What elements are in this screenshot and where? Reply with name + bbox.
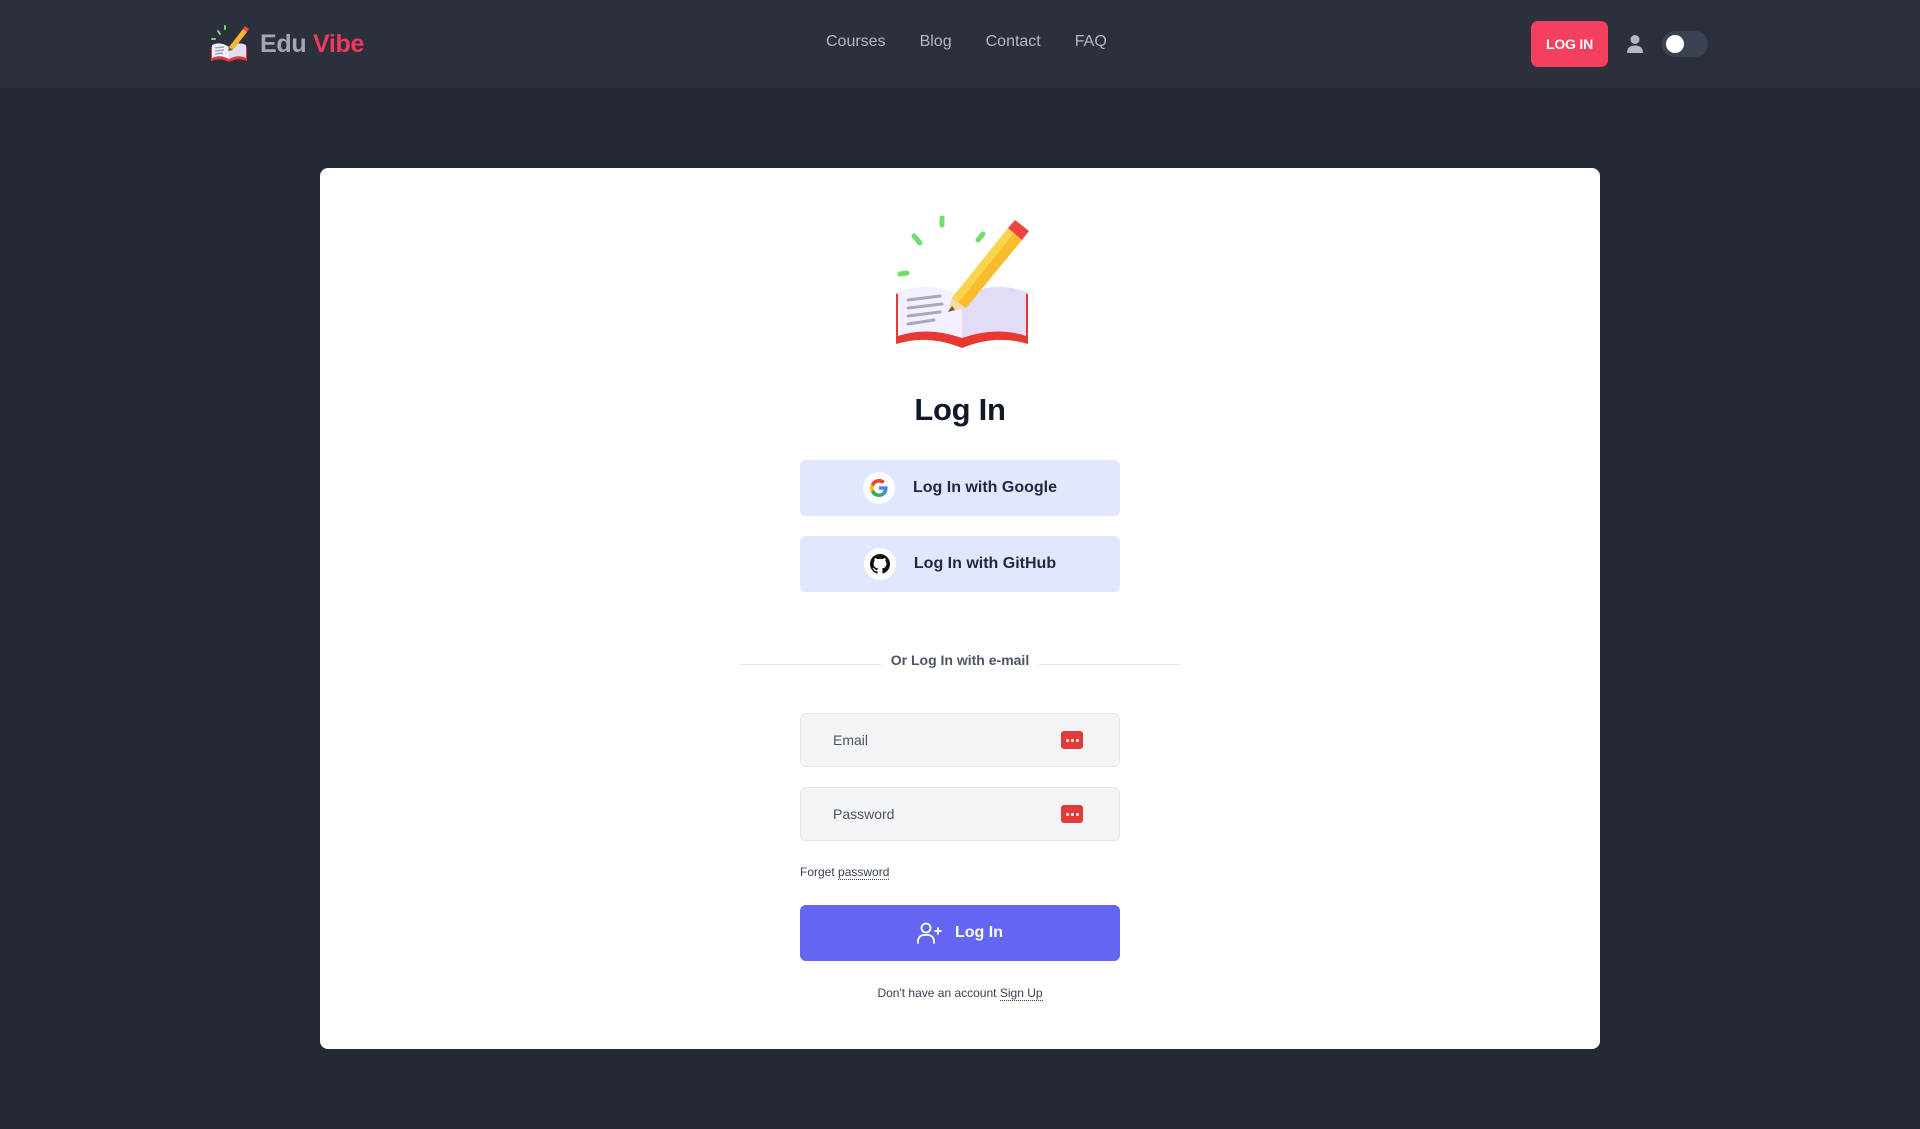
- brand-name-part1: Edu: [260, 29, 307, 58]
- login-submit-label: Log In: [955, 924, 1003, 941]
- forget-password-row: Forget password: [800, 865, 890, 880]
- main-nav: Courses Blog Contact FAQ: [826, 33, 1141, 51]
- nav-link-blog[interactable]: Blog: [920, 33, 952, 51]
- book-pencil-illustration-icon: [896, 215, 1029, 348]
- github-login-button[interactable]: Log In with GitHub: [800, 536, 1120, 592]
- github-icon: [869, 554, 890, 574]
- password-field: [800, 787, 1120, 841]
- page-title: Log In: [914, 392, 1006, 427]
- divider-text: Or Log In with e-mail: [880, 652, 1040, 668]
- github-icon-wrap: [863, 548, 896, 580]
- brand-name: Edu Vibe: [260, 30, 364, 59]
- nav-link-courses[interactable]: Courses: [826, 33, 886, 51]
- google-icon-wrap: [863, 472, 895, 504]
- github-login-label: Log In with GitHub: [913, 555, 1057, 572]
- google-icon: [870, 479, 888, 497]
- login-card: Log In Log In with Google Log In with Gi…: [320, 168, 1600, 1049]
- forget-password-prefix: Forget: [800, 865, 835, 879]
- divider-text-wrap: Or Log In with e-mail: [320, 652, 1600, 670]
- google-login-label: Log In with Google: [913, 479, 1057, 496]
- signup-link[interactable]: Sign Up: [999, 986, 1043, 1001]
- nav-link-contact[interactable]: Contact: [986, 33, 1041, 51]
- password-manager-icon[interactable]: [1061, 805, 1083, 823]
- user-icon[interactable]: [1626, 34, 1644, 54]
- navbar: Edu Vibe Courses Blog Contact FAQ LOG IN: [0, 0, 1920, 88]
- signup-prefix: Don't have an account: [877, 986, 997, 1000]
- toggle-knob: [1666, 35, 1684, 53]
- user-plus-icon: [917, 922, 942, 944]
- google-login-button[interactable]: Log In with Google: [800, 460, 1120, 516]
- signup-row: Don't have an account Sign Up: [320, 986, 1600, 1001]
- nav-link-faq[interactable]: FAQ: [1075, 33, 1107, 51]
- brand[interactable]: Edu Vibe: [208, 22, 364, 66]
- navbar-login-button[interactable]: LOG IN: [1531, 21, 1608, 67]
- password-manager-icon[interactable]: [1061, 731, 1083, 749]
- email-field: [800, 713, 1120, 767]
- book-pencil-logo-icon: [211, 25, 249, 62]
- forget-password-link[interactable]: password: [838, 865, 890, 880]
- login-submit-button[interactable]: Log In: [800, 905, 1120, 961]
- theme-toggle[interactable]: [1662, 31, 1708, 57]
- brand-name-part2: Vibe: [312, 29, 365, 58]
